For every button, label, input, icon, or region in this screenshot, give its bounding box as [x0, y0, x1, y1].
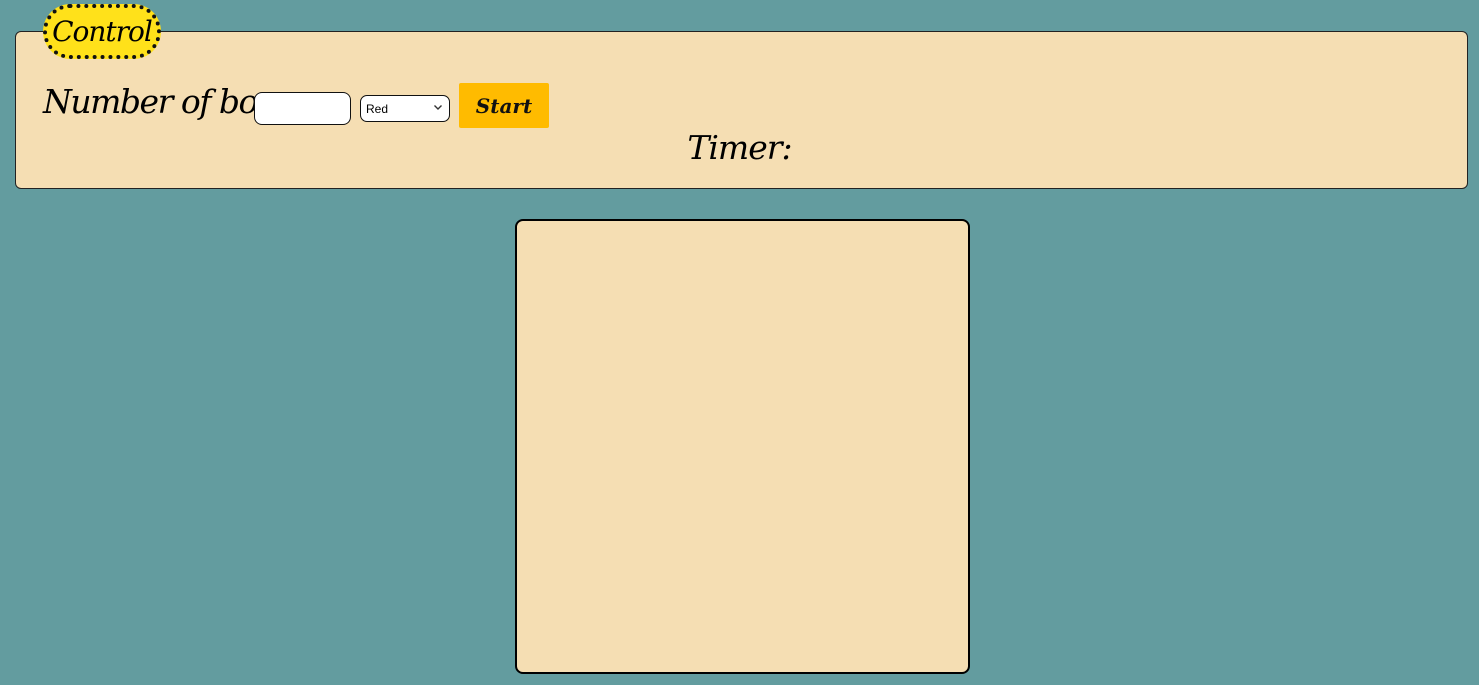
control-legend: Control [43, 4, 161, 59]
start-button[interactable]: Start [459, 83, 549, 128]
number-of-box-label: Number of box: [43, 82, 285, 121]
color-select-value: Red [366, 101, 389, 116]
chevron-down-icon [434, 105, 442, 110]
timer-label: Timer: [687, 128, 792, 167]
color-select[interactable]: Red [360, 95, 450, 122]
control-legend-label: Control [52, 15, 153, 48]
number-of-box-input[interactable] [254, 92, 351, 125]
game-board[interactable] [515, 219, 970, 674]
